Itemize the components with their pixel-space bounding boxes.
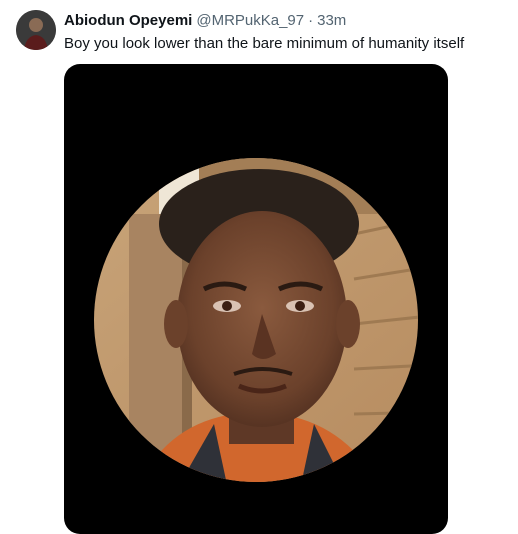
media-photo <box>94 158 418 482</box>
tweet-media[interactable] <box>64 64 448 534</box>
tweet-text: Boy you look lower than the bare minimum… <box>64 35 465 52</box>
tweet-header: Abiodun Opeyemi @MRPukKa_97 · 33m <box>64 11 506 31</box>
avatar-image <box>16 10 56 50</box>
separator-dot: · <box>308 12 314 29</box>
tweet-timestamp[interactable]: 33m <box>317 12 346 29</box>
author-handle[interactable]: @MRPukKa_97 <box>196 12 304 29</box>
author-avatar[interactable] <box>16 10 56 50</box>
author-display-name[interactable]: Abiodun Opeyemi <box>64 12 192 29</box>
